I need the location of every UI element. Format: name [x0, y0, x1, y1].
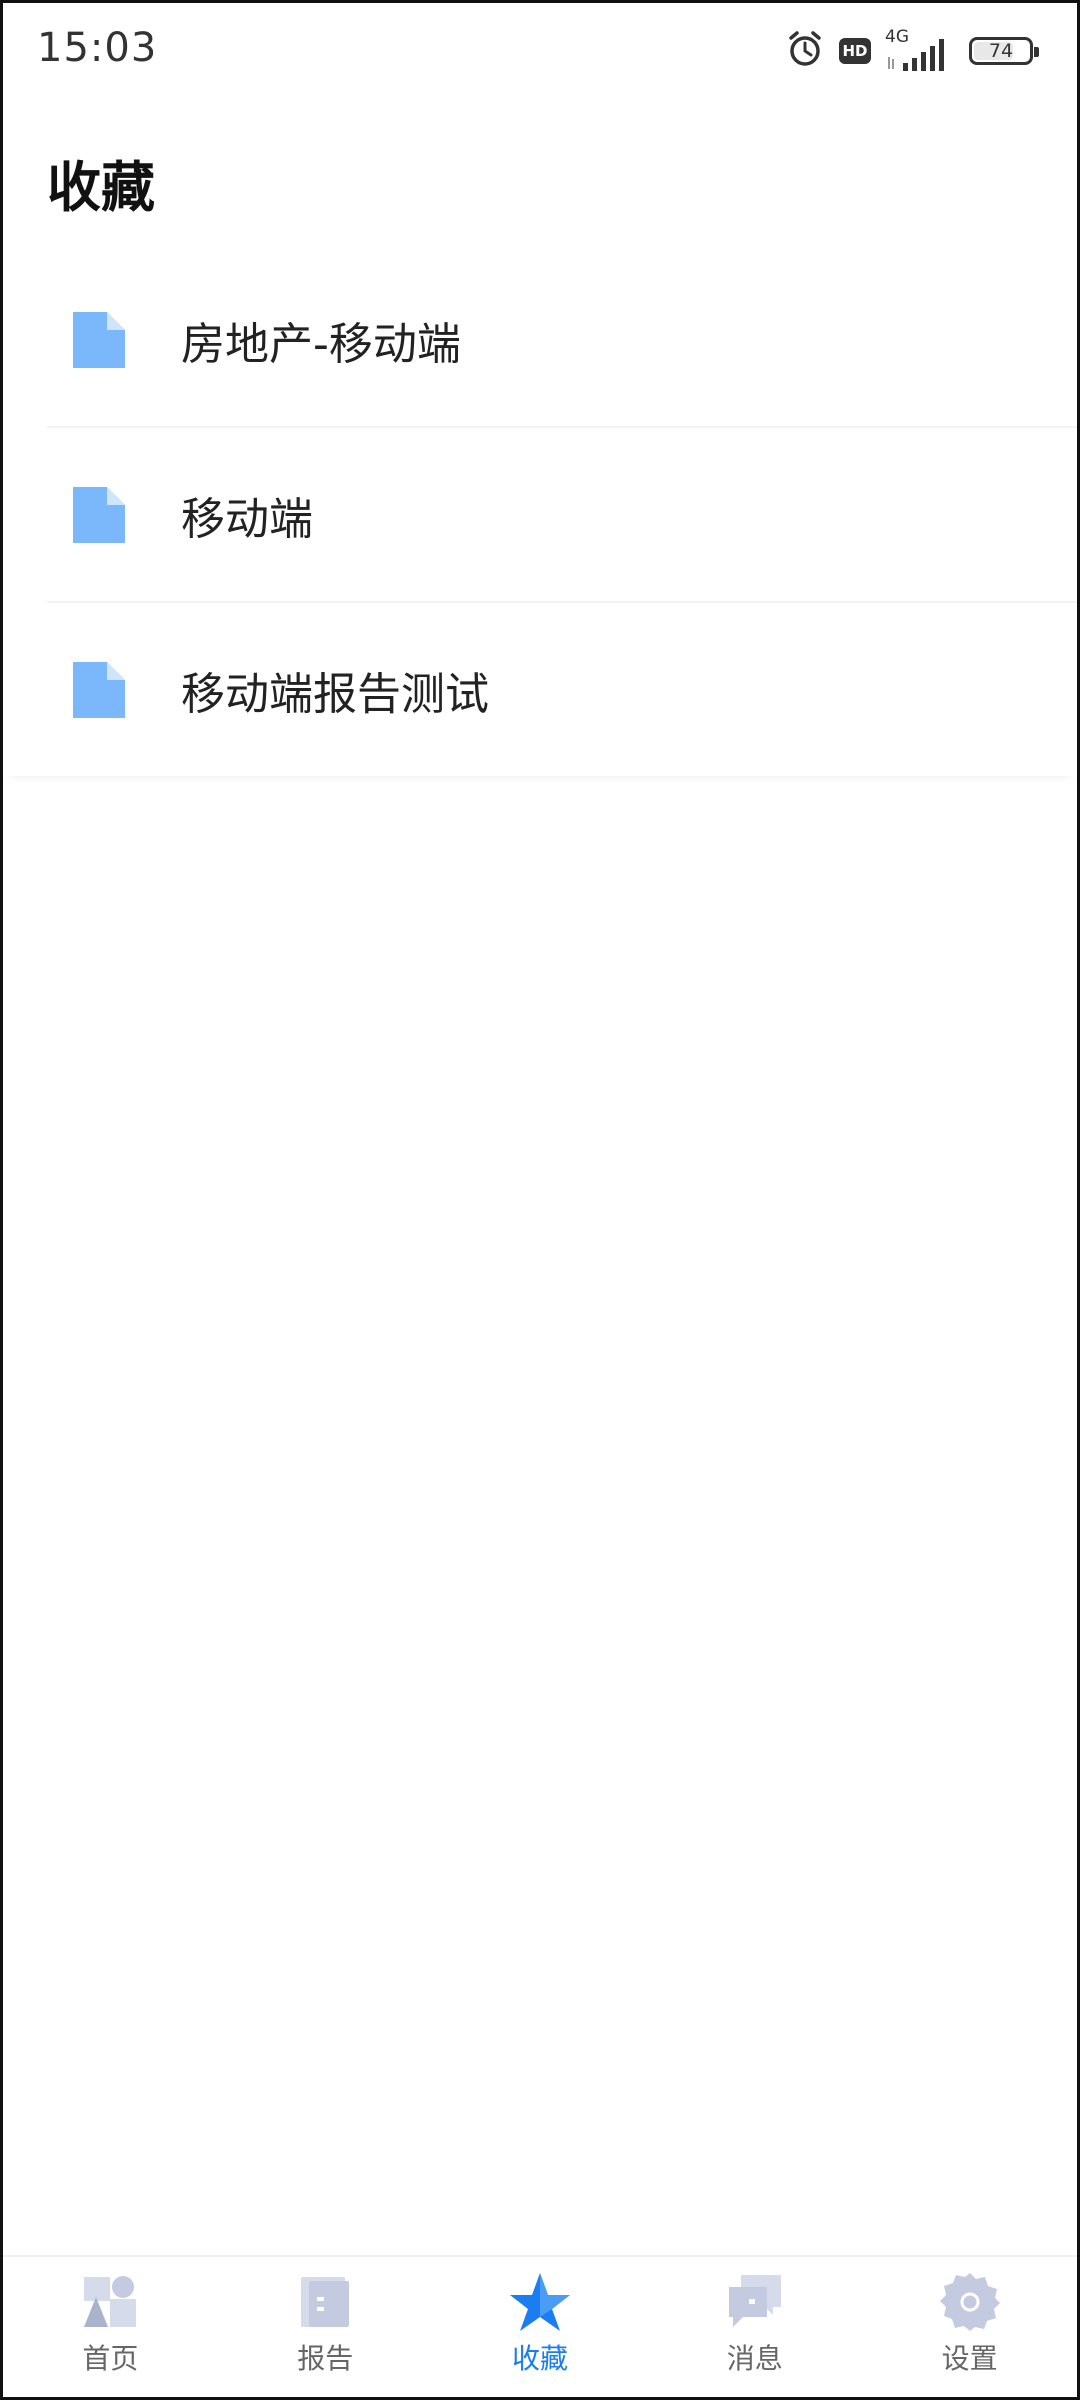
alarm-icon: [785, 29, 825, 73]
status-bar: 15:03 HD 4G 74: [3, 3, 1077, 99]
cellular-signal-icon: 4G: [885, 27, 955, 73]
nav-label-favorites: 收藏: [511, 2342, 568, 2375]
favorite-item[interactable]: 房地产-移动端: [47, 253, 1077, 428]
report-icon: [301, 2277, 350, 2327]
bottom-nav: 首页 报告 收藏 消息 设置: [3, 2255, 1077, 2397]
nav-item-report[interactable]: 报告: [218, 2257, 433, 2397]
nav-item-settings[interactable]: 设置: [862, 2257, 1077, 2397]
hd-badge: HD: [839, 38, 871, 64]
nav-label-settings: 设置: [941, 2342, 998, 2375]
document-icon: [73, 486, 125, 543]
nav-label-report: 报告: [297, 2342, 354, 2375]
settings-icon: [939, 2273, 1000, 2331]
favorite-item[interactable]: 移动端: [47, 428, 1077, 603]
favorite-item-label: 移动端: [181, 493, 313, 545]
favorite-item[interactable]: 移动端报告测试: [47, 603, 1077, 776]
status-time: 15:03: [37, 25, 158, 71]
document-icon: [73, 661, 125, 718]
favorite-item-label: 房地产-移动端: [181, 318, 461, 370]
page-title: 收藏: [47, 156, 155, 219]
nav-label-messages: 消息: [726, 2342, 783, 2375]
nav-item-favorites[interactable]: 收藏: [433, 2257, 648, 2397]
favorite-item-label: 移动端报告测试: [181, 668, 489, 720]
favorites-screen: 15:03 HD 4G 74 收藏 房地产-移动端 移动端 移动端报告测试 首页…: [0, 0, 1080, 2400]
battery-indicator: 74: [969, 37, 1039, 65]
document-icon: [73, 311, 125, 368]
favorites-list: 房地产-移动端 移动端 移动端报告测试: [3, 253, 1077, 776]
nav-item-messages[interactable]: 消息: [647, 2257, 862, 2397]
message-icon: [728, 2275, 781, 2327]
nav-label-home: 首页: [82, 2342, 139, 2375]
star-icon: [509, 2273, 570, 2331]
status-icons: HD 4G 74: [785, 27, 1039, 73]
nav-item-home[interactable]: 首页: [3, 2257, 218, 2397]
home-icon: [84, 2276, 137, 2327]
battery-level: 74: [988, 40, 1014, 62]
